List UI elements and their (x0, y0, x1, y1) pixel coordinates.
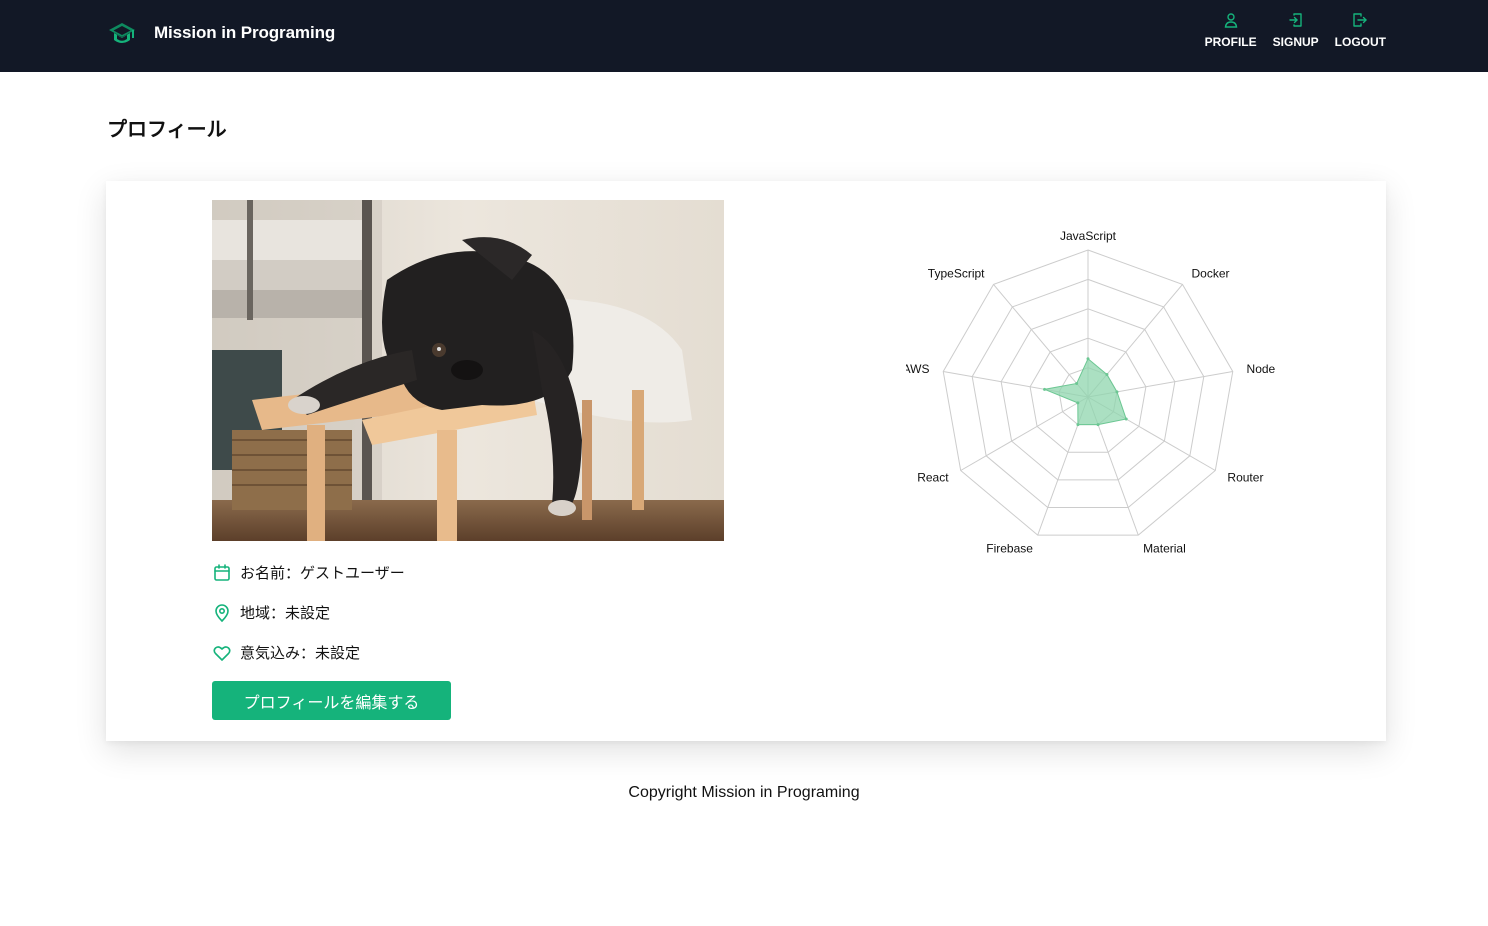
name-text: お名前：ゲストユーザー (240, 565, 405, 582)
radar-axis-label: React (917, 471, 949, 485)
location-pin-icon (215, 603, 229, 622)
name-row: お名前：ゲストユーザー (212, 562, 405, 583)
radar-data-point (1115, 390, 1119, 394)
profile-card: お名前：ゲストユーザー 地域：未設定 意気込み：未設定 プロフィールを編集する … (106, 181, 1386, 741)
graduation-cap-icon (109, 23, 135, 43)
radar-data-point (1076, 423, 1080, 427)
radar-axis-label: Router (1227, 471, 1263, 485)
radar-data-point (1086, 357, 1090, 361)
pug-dog-photo (212, 200, 724, 541)
region-row: 地域：未設定 (212, 602, 330, 623)
heart-icon (213, 645, 231, 661)
radar-data-point (1124, 417, 1128, 421)
skill-radar-chart: JavaScript Docker Node Router Material Fireba… (906, 229, 1276, 555)
radar-axis-label: JavaScript (1060, 229, 1117, 243)
nav-signup[interactable]: SIGNUP (1273, 12, 1319, 49)
brand-title: Mission in Programing (154, 23, 336, 42)
radar-axis-label: Docker (1191, 267, 1229, 281)
radar-axis-label: TypeScript (928, 267, 985, 281)
nav-menu: PROFILE SIGNUP LOGOUT (1189, 12, 1386, 49)
copyright-footer: Copyright Mission in Programing (628, 784, 860, 801)
region-text: 地域：未設定 (240, 605, 331, 622)
radar-axis-line (960, 396, 1089, 471)
radar-data-point (1075, 381, 1079, 385)
top-navbar: Mission in Programing PROFILE SIGNUP LOG… (0, 0, 1488, 72)
profile-photo (212, 200, 724, 541)
calendar-icon (214, 563, 230, 581)
nav-profile-label: PROFILE (1204, 35, 1257, 49)
logout-icon (1353, 13, 1368, 27)
edit-profile-button[interactable]: プロフィールを編集する (212, 681, 451, 720)
nav-profile[interactable]: PROFILE (1205, 12, 1257, 49)
radar-data-point (1096, 423, 1100, 427)
radar-data-point (1076, 401, 1080, 405)
nav-logout[interactable]: LOGOUT (1335, 12, 1386, 49)
nav-logout-label: LOGOUT (1334, 35, 1386, 49)
user-icon (1224, 13, 1237, 28)
page-title: プロフィール (107, 119, 227, 141)
radar-data-point (1105, 372, 1109, 376)
radar-axis-label: Node (1247, 362, 1276, 376)
radar-axis-label: AWS (906, 362, 929, 376)
radar-axis-label: Material (1143, 541, 1186, 555)
radar-axis-label: Firebase (986, 541, 1033, 555)
nav-signup-label: SIGNUP (1272, 35, 1319, 49)
radar-data-point (1043, 387, 1047, 391)
login-icon (1288, 13, 1302, 27)
motivation-row: 意気込み：未設定 (212, 642, 360, 663)
brand[interactable]: Mission in Programing (107, 18, 335, 48)
motivation-text: 意気込み：未設定 (240, 645, 361, 662)
radar-axis-line (993, 284, 1089, 398)
